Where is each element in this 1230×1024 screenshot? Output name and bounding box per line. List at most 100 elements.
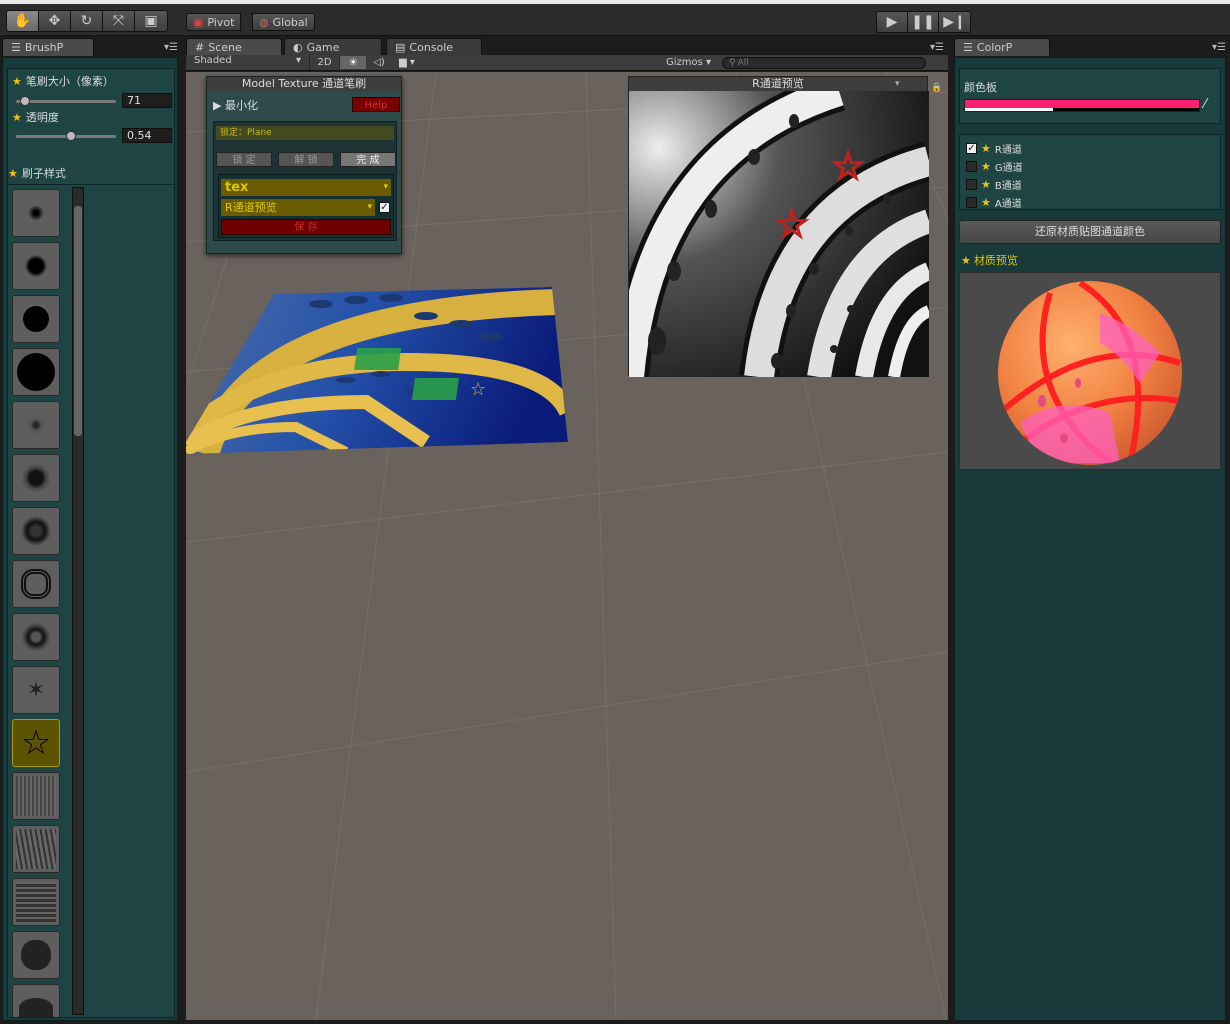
minimize-label: 最小化: [224, 99, 258, 112]
size-slider[interactable]: [16, 100, 116, 103]
play-icon: ▶: [886, 14, 898, 30]
chevron-down-icon: ▾: [367, 202, 372, 212]
channel-label: G通道: [994, 162, 1023, 174]
minimize-toggle[interactable]: ▶ 最小化: [213, 97, 258, 113]
color-swatch[interactable]: [964, 99, 1200, 112]
textured-plane[interactable]: ☆ ☆: [186, 287, 568, 454]
scale-tool-button[interactable]: ⤧: [103, 11, 135, 31]
help-button[interactable]: Help: [352, 97, 400, 112]
lock-button[interactable]: 锁 定: [216, 152, 272, 167]
move-tool-button[interactable]: ✥: [39, 11, 71, 31]
save-button[interactable]: 保 存: [221, 219, 391, 235]
restore-channel-color-button[interactable]: 还原材质贴图通道颜色: [959, 220, 1221, 244]
gizmos-dropdown[interactable]: Gizmos ▾: [666, 57, 716, 68]
brush-noise-3-icon: [16, 882, 56, 922]
global-button[interactable]: ◍ Global: [252, 13, 315, 31]
pause-button[interactable]: ❚❚: [908, 12, 939, 32]
size-value-field[interactable]: 71: [122, 93, 172, 108]
2d-toggle[interactable]: 2D: [310, 57, 340, 68]
channel-row[interactable]: ★ G通道: [966, 157, 1214, 175]
locked-target-label: 锁定：Plane: [216, 126, 394, 140]
opacity-value-field[interactable]: 0.54: [122, 128, 172, 143]
brush-soft-medium[interactable]: [12, 242, 60, 290]
brush-noise-5[interactable]: [12, 984, 60, 1017]
opacity-slider-knob[interactable]: [66, 131, 76, 141]
tab-scene[interactable]: # Scene: [186, 38, 282, 56]
brush-sparkle[interactable]: ✶: [12, 666, 60, 714]
size-slider-knob[interactable]: [20, 96, 30, 106]
opacity-label: 透明度: [25, 111, 59, 124]
palette-box: 颜色板 ⁄: [959, 68, 1221, 124]
brush-splatter-1[interactable]: [12, 401, 60, 449]
list-icon: ☰: [11, 41, 21, 54]
channel-row[interactable]: ★ A通道: [966, 193, 1214, 211]
global-label: Global: [272, 15, 308, 29]
star-icon: ★: [981, 195, 991, 209]
brush-noise-5-icon: [19, 998, 53, 1017]
brush-splatter-2-icon: [20, 462, 52, 494]
brush-hard-large[interactable]: [12, 348, 60, 396]
unlock-button[interactable]: 解 锁: [278, 152, 334, 167]
channel-row[interactable]: ✓ ★ R通道: [966, 139, 1214, 157]
material-preview-box[interactable]: [959, 272, 1221, 470]
brush-hard-small-icon: [23, 306, 49, 332]
panel-menu-icon[interactable]: ▾☰: [164, 42, 178, 53]
lock-icon[interactable]: 🔒: [931, 83, 942, 93]
scene-menu-icon[interactable]: ▾☰: [930, 42, 944, 53]
rotate-tool-button[interactable]: ↻: [71, 11, 103, 31]
rect-tool-button[interactable]: ▣: [135, 11, 167, 31]
texture-dropdown[interactable]: tex ▾: [221, 179, 391, 196]
play-button[interactable]: ▶: [877, 12, 908, 32]
brush-noise-2[interactable]: [12, 825, 60, 873]
tab-game-label: Game: [306, 41, 340, 54]
sun-icon: ☀: [348, 56, 358, 69]
chevron-down-icon: ▾: [295, 55, 301, 66]
brush-soft-small[interactable]: [12, 189, 60, 237]
tab-brushp[interactable]: ☰ BrushP: [2, 38, 94, 56]
lighting-toggle[interactable]: ☀: [340, 56, 366, 69]
brush-flower-icon: [21, 622, 51, 652]
tab-colorp[interactable]: ☰ ColorP: [954, 38, 1050, 56]
brush-noise-3[interactable]: [12, 878, 60, 926]
brush-sparkle-icon: ✶: [26, 677, 46, 703]
channel-checkbox[interactable]: ✓: [966, 142, 977, 154]
brush-flower[interactable]: [12, 613, 60, 661]
step-button[interactable]: ▶❙: [939, 12, 970, 32]
brush-list-scrollbar[interactable]: [72, 187, 84, 1015]
brush-scribble[interactable]: [12, 560, 60, 608]
pivot-button[interactable]: ▣ Pivot: [186, 13, 242, 31]
audio-toggle[interactable]: ◁): [366, 57, 392, 68]
scene-view[interactable]: ☆ ☆ Model Texture 通道笔刷 ▶ 最小化 Help 锁定：Pla…: [186, 72, 948, 1020]
triangle-right-icon: ▶: [213, 99, 222, 112]
eyedropper-icon[interactable]: ⁄: [1204, 97, 1206, 112]
colorp-menu-icon[interactable]: ▾☰: [1212, 42, 1226, 53]
channel-checkbox[interactable]: [966, 160, 977, 172]
brush-hard-small[interactable]: [12, 295, 60, 343]
star-icon: ★: [12, 110, 22, 124]
done-button[interactable]: 完 成: [340, 152, 396, 167]
hand-tool-button[interactable]: ✋: [7, 11, 39, 31]
brush-noise-1[interactable]: [12, 772, 60, 820]
brush-splatter-3[interactable]: [12, 507, 60, 555]
opacity-row: ★ 透明度: [12, 109, 59, 125]
brush-noise-4[interactable]: [12, 931, 60, 979]
tab-console[interactable]: ▤ Console: [386, 38, 482, 56]
channel-dropdown[interactable]: R通道预览 ▾: [221, 199, 375, 216]
shading-dropdown[interactable]: Shaded ▾: [186, 55, 310, 70]
channel-checkbox[interactable]: [966, 196, 977, 208]
effects-toggle[interactable]: ▆ ▾: [392, 57, 422, 68]
chevron-down-icon[interactable]: ▾: [895, 79, 900, 89]
star-icon: ★: [961, 253, 971, 267]
preview-checkbox[interactable]: ✓: [379, 202, 390, 213]
channel-list: ✓ ★ R通道 ★ G通道 ★ B通道 ★ A通道: [959, 134, 1221, 210]
channel-row[interactable]: ★ B通道: [966, 175, 1214, 193]
scene-search-input[interactable]: ⚲ All: [722, 56, 926, 69]
scrollbar-thumb[interactable]: [74, 206, 82, 436]
star-icon: ★: [981, 141, 991, 155]
playback-controls: ▶ ❚❚ ▶❙: [876, 11, 971, 33]
hand-icon: ✋: [13, 13, 32, 29]
brush-star[interactable]: ☆: [12, 719, 60, 767]
channel-checkbox[interactable]: [966, 178, 977, 190]
tab-game[interactable]: ◐ Game: [284, 38, 382, 56]
brush-splatter-2[interactable]: [12, 454, 60, 502]
